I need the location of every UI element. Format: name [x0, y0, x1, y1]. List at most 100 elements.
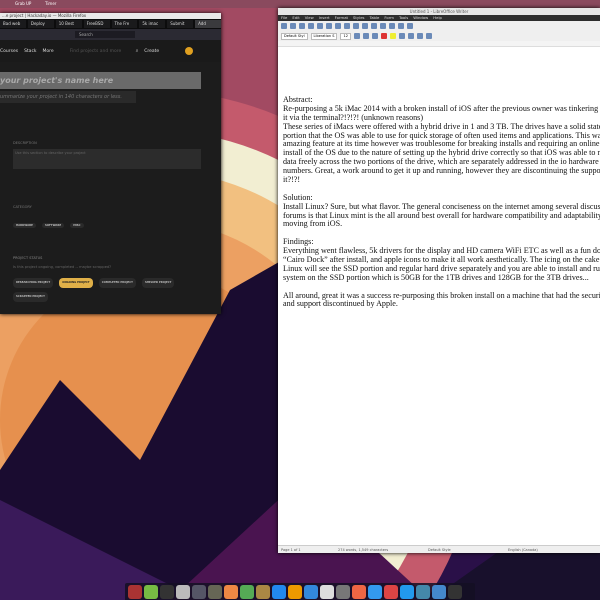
italic-icon[interactable]: [362, 33, 369, 39]
tab[interactable]: Deploy: [27, 20, 54, 28]
status-bar: Page 1 of 1 274 words, 1,549 characters …: [278, 545, 600, 553]
paragraph-style-select[interactable]: Default Styl: [281, 32, 308, 40]
status-scrapped[interactable]: SCRAPPED PROJECT: [13, 292, 48, 302]
paste-icon[interactable]: [335, 23, 341, 29]
chat-icon[interactable]: [192, 584, 206, 599]
category-software[interactable]: SOFTWARE: [41, 223, 65, 228]
menu-form[interactable]: Form: [384, 15, 394, 21]
bold-icon[interactable]: [353, 33, 360, 39]
mint-menu-icon[interactable]: [144, 584, 158, 599]
menu-insert[interactable]: Insert: [319, 15, 330, 21]
create-button[interactable]: Create: [144, 49, 159, 54]
menu-file[interactable]: File: [281, 15, 287, 21]
project-summary-input[interactable]: ummarize your project in 140 characters …: [0, 91, 136, 103]
site-nav: Courses Stack More Find projects and mor…: [0, 40, 221, 62]
spellcheck-icon[interactable]: [371, 23, 377, 29]
chromium-icon[interactable]: [400, 584, 414, 599]
menu-view[interactable]: View: [305, 15, 314, 21]
project-name-input[interactable]: your project's name here: [0, 72, 201, 89]
category-chips: HARDWARE SOFTWARE MISC: [13, 211, 85, 230]
category-hardware[interactable]: HARDWARE: [13, 223, 36, 228]
menu-tools[interactable]: Tools: [399, 15, 408, 21]
justify-icon[interactable]: [425, 33, 432, 39]
undo-icon[interactable]: [344, 23, 350, 29]
menu-window[interactable]: Window: [413, 15, 428, 21]
description-input[interactable]: Use this section to describe your projec…: [13, 149, 201, 169]
find-input[interactable]: Find projects and more: [70, 49, 130, 54]
search-icon[interactable]: ⌕: [136, 48, 139, 54]
font-size-select[interactable]: 12: [340, 32, 351, 40]
chart-icon[interactable]: [398, 23, 404, 29]
tab[interactable]: Bad web: [0, 20, 26, 28]
firefox-icon[interactable]: [352, 584, 366, 599]
table-icon[interactable]: [380, 23, 386, 29]
tab[interactable]: FreeBSD: [83, 20, 110, 28]
tab[interactable]: 5k imac: [139, 20, 166, 28]
tab[interactable]: The Fre: [111, 20, 138, 28]
underline-icon[interactable]: [371, 33, 378, 39]
font-name-select[interactable]: Liberation S: [310, 32, 338, 40]
copy-icon[interactable]: [326, 23, 332, 29]
align-right-icon[interactable]: [416, 33, 423, 39]
ruler[interactable]: [278, 41, 600, 47]
print-icon[interactable]: [308, 23, 314, 29]
panel-item-timer[interactable]: Timer: [45, 1, 56, 6]
image-icon[interactable]: [389, 23, 395, 29]
search-input[interactable]: Search: [75, 31, 135, 38]
special-char-icon[interactable]: [407, 23, 413, 29]
vlc-icon[interactable]: [240, 584, 254, 599]
menu-styles[interactable]: Styles: [353, 15, 365, 21]
panel-item-grab[interactable]: Grab UP: [15, 1, 31, 6]
tab-strip: Bad web Deploy 10 Best FreeBSD The Fre 5…: [0, 19, 221, 29]
align-left-icon[interactable]: [398, 33, 405, 39]
document-line: system on the SSD portion which is 50GB …: [283, 272, 589, 282]
document-line: moving from iOS.: [283, 219, 343, 229]
find-icon[interactable]: [362, 23, 368, 29]
window-title: ...e project | Hackaday.io — Mozilla Fir…: [0, 13, 221, 19]
file-manager-icon[interactable]: [176, 584, 190, 599]
redo-icon[interactable]: [353, 23, 359, 29]
status-shelved[interactable]: SHELVED PROJECT: [141, 278, 175, 288]
speech-icon[interactable]: [336, 584, 350, 599]
document-body[interactable]: Abstract: Re-purposing a 5k iMac 2014 wit…: [283, 95, 600, 309]
font-color-icon[interactable]: [380, 33, 387, 39]
status-completed[interactable]: COMPLETED PROJECT: [98, 278, 136, 288]
nav-stack[interactable]: Stack: [24, 49, 36, 54]
word-count: 274 words, 1,549 characters: [338, 548, 389, 552]
align-center-icon[interactable]: [407, 33, 414, 39]
open-icon[interactable]: [290, 23, 296, 29]
terminal-icon[interactable]: [160, 584, 174, 599]
writer-icon[interactable]: [304, 584, 318, 599]
menu-table[interactable]: Table: [370, 15, 380, 21]
nav-bar: Search: [0, 29, 221, 40]
status-ongoing[interactable]: ONGOING PROJECT: [59, 278, 93, 288]
status-researching[interactable]: RESEARCHING PROJECT: [13, 278, 54, 288]
highlight-icon[interactable]: [389, 33, 396, 39]
sublime-icon[interactable]: [288, 584, 302, 599]
export-icon[interactable]: [299, 23, 305, 29]
menu-help[interactable]: Help: [433, 15, 442, 21]
help-icon[interactable]: [432, 584, 446, 599]
tab[interactable]: 10 Best: [55, 20, 82, 28]
mail-icon[interactable]: [368, 584, 382, 599]
nav-more[interactable]: More: [43, 49, 54, 54]
save-icon[interactable]: [281, 23, 287, 29]
tab[interactable]: Submit: [167, 20, 194, 28]
rhythmbox-icon[interactable]: [256, 584, 270, 599]
avatar[interactable]: [185, 47, 194, 55]
package-manager-icon[interactable]: [208, 584, 222, 599]
usb-creator-icon[interactable]: [320, 584, 334, 599]
menu-format[interactable]: Format: [335, 15, 348, 21]
menu-edit[interactable]: Edit: [292, 15, 299, 21]
network-icon[interactable]: [416, 584, 430, 599]
power-icon[interactable]: [448, 584, 462, 599]
apps-grid-icon[interactable]: [128, 584, 142, 599]
brave-icon[interactable]: [384, 584, 398, 599]
dash-icon[interactable]: [272, 584, 286, 599]
nav-courses[interactable]: Courses: [0, 49, 18, 54]
tab-active[interactable]: Add: [195, 20, 221, 28]
drawing-icon[interactable]: [224, 584, 238, 599]
cut-icon[interactable]: [317, 23, 323, 29]
category-misc[interactable]: MISC: [70, 223, 84, 228]
